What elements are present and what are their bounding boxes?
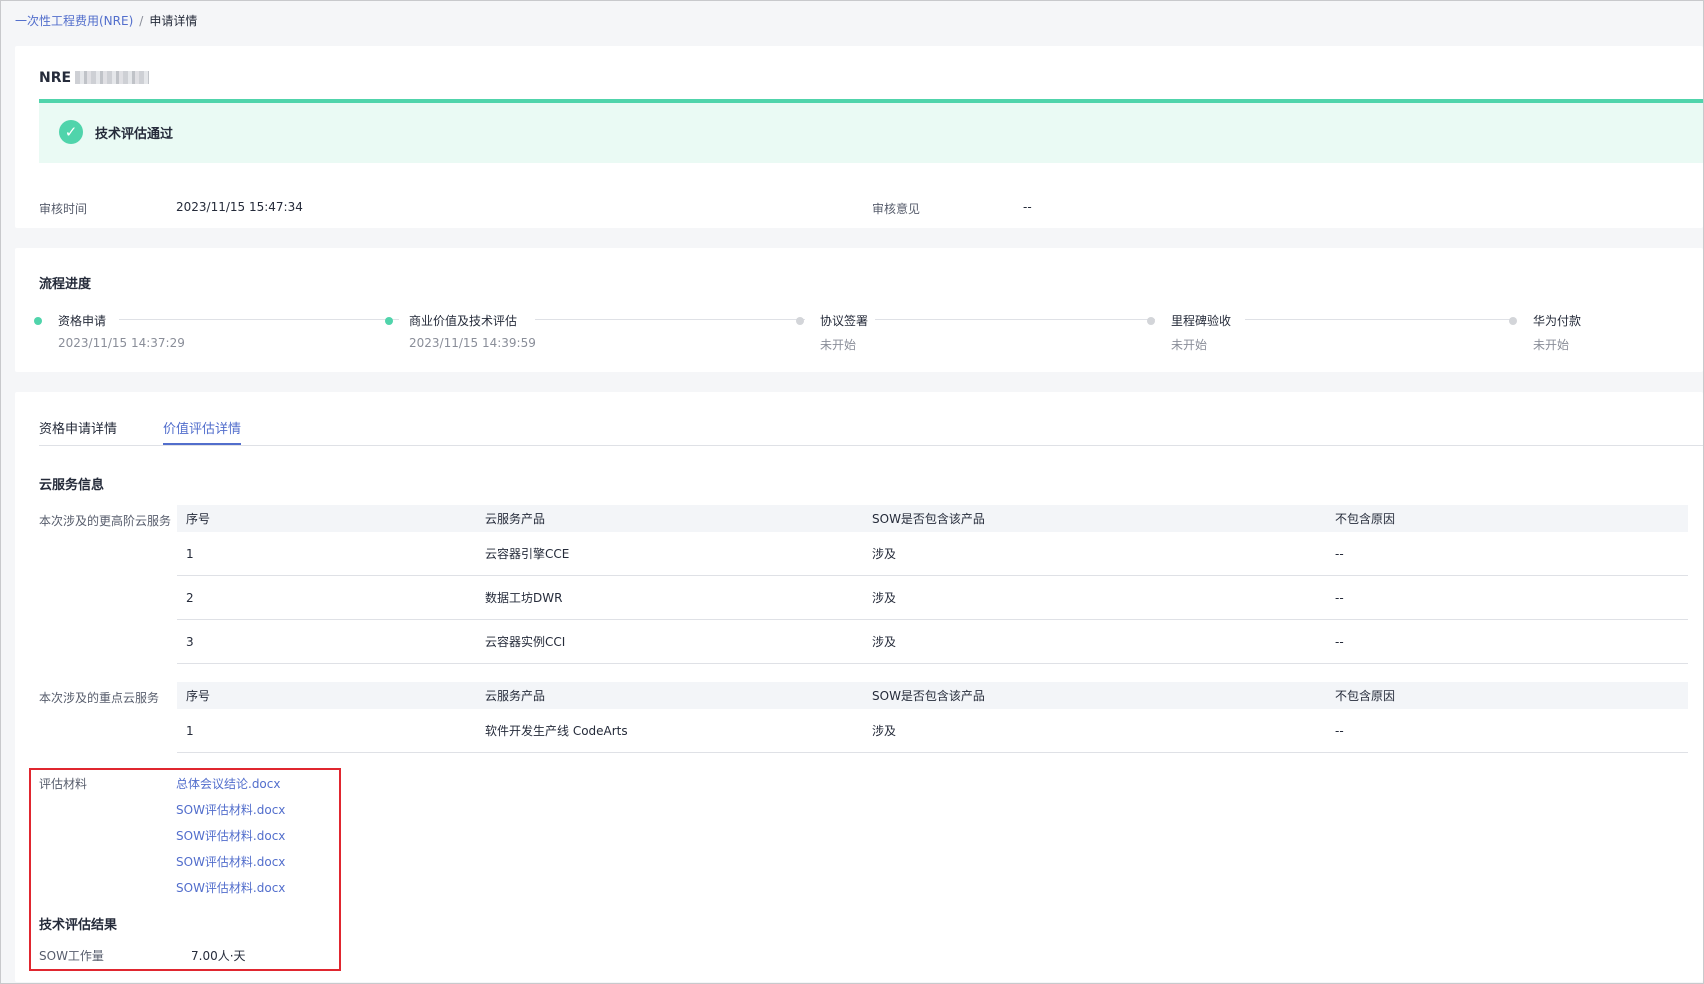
step-label: 华为付款 [1533,314,1582,328]
cell-product: 云容器实例CCI [476,619,863,664]
workload-label: SOW工作量 [39,949,104,963]
progress-step: 商业价值及技术评估 2023/11/15 14:39:59 [385,312,536,350]
col-header-product: 云服务产品 [476,505,863,532]
step-label: 里程碑验收 [1171,314,1232,328]
status-text: 技术评估通过 [95,127,174,142]
cell-product: 云容器引擎CCE [476,532,863,576]
cell-index: 2 [177,575,476,620]
cell-sow-included: 涉及 [863,619,1326,664]
higher-services-table: 序号 云服务产品 SOW是否包含该产品 不包含原因 1 云容器引擎CCE 涉及 … [177,505,1688,664]
step-pending-icon [1147,317,1155,325]
col-header-product: 云服务产品 [476,682,863,709]
cell-sow-included: 涉及 [863,709,1326,753]
redacted-id-mask [75,71,150,84]
step-pending-icon [796,317,804,325]
step-done-icon [34,317,42,325]
status-banner: ✓ 技术评估通过 [39,99,1703,163]
step-label: 协议签署 [820,314,869,328]
step-done-icon [385,317,393,325]
cell-index: 1 [177,709,476,753]
review-time-value: 2023/11/15 15:47:34 [176,200,303,214]
check-circle-icon: ✓ [59,120,83,144]
table-row: 2 数据工坊DWR 涉及 -- [177,575,1688,620]
step-time: 2023/11/15 14:39:59 [409,336,536,350]
material-file-link[interactable]: SOW评估材料.docx [176,827,285,844]
cloud-service-title: 云服务信息 [39,478,105,493]
higher-services-label: 本次涉及的更高阶云服务 [39,514,172,528]
col-header-index: 序号 [177,682,476,709]
progress-step: 资格申请 2023/11/15 14:37:29 [34,312,185,350]
col-header-index: 序号 [177,505,476,532]
progress-connector [1245,319,1515,320]
breadcrumb-nre-link[interactable]: 一次性工程费用(NRE) [15,14,133,28]
progress-step: 协议签署 未开始 [796,312,869,352]
step-time: 未开始 [1533,338,1570,352]
table-row: 1 云容器引擎CCE 涉及 -- [177,532,1688,576]
progress-connector [119,319,399,320]
material-file-link[interactable]: 总体会议结论.docx [176,775,280,792]
col-header-sow-included: SOW是否包含该产品 [863,682,1326,709]
cell-exclude-reason: -- [1326,709,1688,753]
detail-tabs: 资格申请详情 价值评估详情 [39,418,1703,446]
col-header-sow-included: SOW是否包含该产品 [863,505,1326,532]
tab-value-assessment-details[interactable]: 价值评估详情 [163,418,242,445]
key-services-table: 序号 云服务产品 SOW是否包含该产品 不包含原因 1 软件开发生产线 Code… [177,682,1688,753]
page-title: NRE [39,70,150,86]
step-label: 资格申请 [58,314,107,328]
step-time: 未开始 [820,338,857,352]
table-header-row: 序号 云服务产品 SOW是否包含该产品 不包含原因 [177,505,1688,532]
table-row: 1 软件开发生产线 CodeArts 涉及 -- [177,709,1688,753]
tab-qualification-details[interactable]: 资格申请详情 [39,418,117,443]
summary-card: NRE ✓ 技术评估通过 审核时间 2023/11/15 15:47:34 审核… [15,46,1703,228]
cell-sow-included: 涉及 [863,575,1326,620]
cell-index: 3 [177,619,476,664]
step-time: 2023/11/15 14:37:29 [58,336,185,350]
breadcrumb-separator: / [139,14,144,28]
material-file-link[interactable]: SOW评估材料.docx [176,801,285,818]
cell-exclude-reason: -- [1326,619,1688,664]
cell-sow-included: 涉及 [863,532,1326,576]
review-opinion-label: 审核意见 [872,202,921,216]
progress-connector [535,319,805,320]
key-services-label: 本次涉及的重点云服务 [39,691,160,705]
material-file-link[interactable]: SOW评估材料.docx [176,879,285,896]
cell-exclude-reason: -- [1326,575,1688,620]
breadcrumb-current: 申请详情 [149,14,198,28]
breadcrumb: 一次性工程费用(NRE) / 申请详情 [15,12,197,29]
table-header-row: 序号 云服务产品 SOW是否包含该产品 不包含原因 [177,682,1688,709]
progress-step: 里程碑验收 未开始 [1147,312,1232,352]
progress-title: 流程进度 [39,277,92,292]
progress-connector [875,319,1155,320]
materials-label: 评估材料 [39,777,88,791]
step-label: 商业价值及技术评估 [409,314,518,328]
step-time: 未开始 [1171,338,1208,352]
review-opinion-value: -- [1023,200,1032,214]
progress-card: 流程进度 资格申请 2023/11/15 14:37:29 商业价值及技术评估 … [15,248,1703,372]
cell-exclude-reason: -- [1326,532,1688,576]
page-title-prefix: NRE [39,70,72,86]
review-time-label: 审核时间 [39,202,88,216]
col-header-exclude-reason: 不包含原因 [1326,505,1688,532]
cell-product: 软件开发生产线 CodeArts [476,709,863,753]
workload-value: 7.00人·天 [191,949,246,963]
tech-result-title: 技术评估结果 [39,918,118,933]
cell-index: 1 [177,532,476,576]
table-row: 3 云容器实例CCI 涉及 -- [177,619,1688,664]
step-pending-icon [1509,317,1517,325]
cell-product: 数据工坊DWR [476,575,863,620]
material-file-link[interactable]: SOW评估材料.docx [176,853,285,870]
progress-step: 华为付款 未开始 [1509,312,1582,352]
col-header-exclude-reason: 不包含原因 [1326,682,1688,709]
